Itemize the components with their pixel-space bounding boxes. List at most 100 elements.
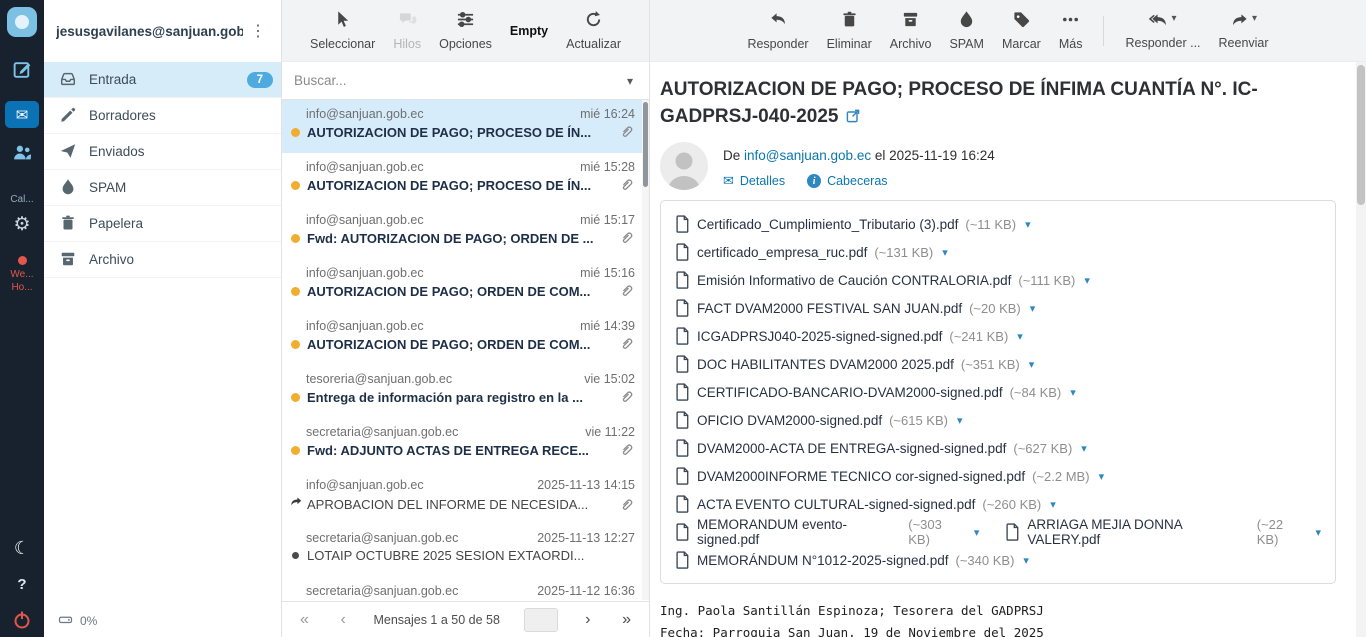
select-button[interactable]: Seleccionar bbox=[301, 0, 384, 61]
message-list-item[interactable]: secretaria@sanjuan.gob.ec 2025-11-13 12:… bbox=[282, 524, 649, 577]
first-page-button[interactable]: « bbox=[296, 611, 313, 629]
search-input[interactable] bbox=[294, 73, 623, 88]
attachment-menu-chevron-icon[interactable]: ▾ bbox=[1023, 554, 1029, 567]
attachment-link[interactable]: ICGADPRSJ040-2025-signed-signed.pdf (~24… bbox=[675, 327, 1023, 345]
attachment-menu-chevron-icon[interactable]: ▾ bbox=[1081, 442, 1087, 455]
message-list-item[interactable]: info@sanjuan.gob.ec mié 15:17 Fwd: AUTOR… bbox=[282, 206, 649, 259]
more-button[interactable]: Más bbox=[1050, 0, 1092, 61]
folder-item[interactable]: Papelera bbox=[44, 206, 281, 242]
attachment-link[interactable]: ARRIAGA MEJIA DONNA VALERY.pdf (~22 KB) … bbox=[1005, 517, 1321, 547]
search-options-chevron-icon[interactable]: ▾ bbox=[623, 74, 637, 88]
folder-item[interactable]: Entrada 7 bbox=[44, 62, 281, 98]
attachment-menu-chevron-icon[interactable]: ▾ bbox=[1017, 330, 1023, 343]
archive-button[interactable]: Archivo bbox=[881, 0, 941, 61]
view-scrollbar-thumb[interactable] bbox=[1357, 65, 1365, 205]
attachment-menu-chevron-icon[interactable]: ▾ bbox=[942, 246, 948, 259]
unread-dot[interactable] bbox=[291, 128, 300, 137]
prev-page-button[interactable]: ‹ bbox=[337, 611, 350, 629]
forward-chevron-icon[interactable]: ▾ bbox=[1252, 13, 1257, 24]
next-page-button[interactable]: › bbox=[581, 611, 594, 629]
folder-item[interactable]: Archivo bbox=[44, 242, 281, 278]
list-scrollbar-thumb[interactable] bbox=[643, 102, 648, 187]
attachment-menu-chevron-icon[interactable]: ▾ bbox=[1315, 526, 1321, 539]
details-button[interactable]: ✉ Detalles bbox=[723, 173, 785, 189]
calendar-link[interactable]: Cal... bbox=[10, 194, 33, 205]
list-scrollbar[interactable] bbox=[642, 100, 649, 600]
message-list-item[interactable]: info@sanjuan.gob.ec mié 15:16 AUTORIZACI… bbox=[282, 259, 649, 312]
message-status-dot[interactable] bbox=[292, 552, 299, 559]
open-in-new-window-icon[interactable] bbox=[845, 105, 861, 121]
spam-button[interactable]: SPAM bbox=[940, 0, 993, 61]
refresh-button[interactable]: Actualizar bbox=[557, 0, 630, 61]
attachment-link[interactable]: ACTA EVENTO CULTURAL-signed-signed.pdf (… bbox=[675, 495, 1056, 513]
unread-dot[interactable] bbox=[291, 234, 300, 243]
attachment-menu-chevron-icon[interactable]: ▾ bbox=[1099, 470, 1105, 483]
message-list-item[interactable]: tesoreria@sanjuan.gob.ec vie 15:02 Entre… bbox=[282, 365, 649, 418]
pdf-file-icon bbox=[675, 355, 690, 373]
attachment-link[interactable]: MEMORANDUM evento-signed.pdf (~303 KB) ▾ bbox=[675, 517, 979, 547]
attachment-menu-chevron-icon[interactable]: ▾ bbox=[1029, 358, 1035, 371]
attachment-link[interactable]: FACT DVAM2000 FESTIVAL SAN JUAN.pdf (~20… bbox=[675, 299, 1035, 317]
app-logo[interactable] bbox=[7, 7, 37, 37]
delete-button[interactable]: Eliminar bbox=[818, 0, 881, 61]
empty-folder-button[interactable]: Empty bbox=[501, 0, 557, 61]
unread-dot[interactable] bbox=[291, 181, 300, 190]
unread-dot[interactable] bbox=[291, 393, 300, 402]
settings-button[interactable]: ⚙ bbox=[13, 213, 30, 236]
attachment-menu-chevron-icon[interactable]: ▾ bbox=[1025, 218, 1031, 231]
unread-dot[interactable] bbox=[291, 287, 300, 296]
message-list-item[interactable]: info@sanjuan.gob.ec mié 14:39 AUTORIZACI… bbox=[282, 312, 649, 365]
unread-dot[interactable] bbox=[291, 340, 300, 349]
mail-nav-button[interactable]: ✉ bbox=[5, 101, 39, 128]
attachment-link[interactable]: Emisión Informativo de Caución CONTRALOR… bbox=[675, 271, 1090, 289]
message-subject-heading: AUTORIZACION DE PAGO; PROCESO DE ÍNFIMA … bbox=[660, 76, 1320, 130]
options-button[interactable]: Opciones bbox=[430, 0, 501, 61]
logout-button[interactable] bbox=[12, 610, 32, 635]
attachment-menu-chevron-icon[interactable]: ▾ bbox=[1070, 386, 1076, 399]
folder-item[interactable]: SPAM bbox=[44, 170, 281, 206]
reply-all-chevron-icon[interactable]: ▾ bbox=[1171, 13, 1176, 24]
contacts-button[interactable] bbox=[12, 142, 33, 168]
message-sender: secretaria@sanjuan.gob.ec bbox=[306, 584, 458, 598]
storage-quota: 0% bbox=[44, 605, 281, 637]
attachment-link[interactable]: MEMORÁNDUM N°1012-2025-signed.pdf (~340 … bbox=[675, 551, 1029, 569]
threads-button[interactable]: Hilos bbox=[384, 0, 430, 61]
reply-all-button[interactable]: ▾ Responder ... bbox=[1116, 0, 1209, 61]
attachment-menu-chevron-icon[interactable]: ▾ bbox=[1084, 274, 1090, 287]
mark-button[interactable]: Marcar bbox=[993, 0, 1050, 61]
message-view: AUTORIZACION DE PAGO; PROCESO DE ÍNFIMA … bbox=[650, 62, 1366, 637]
tag-icon bbox=[1012, 10, 1031, 32]
dark-mode-button[interactable]: ☾ bbox=[14, 538, 30, 559]
attachment-menu-chevron-icon[interactable]: ▾ bbox=[974, 526, 980, 539]
unread-dot[interactable] bbox=[291, 446, 300, 455]
attachment-menu-chevron-icon[interactable]: ▾ bbox=[1030, 302, 1036, 315]
attachment-link[interactable]: Certificado_Cumplimiento_Tributario (3).… bbox=[675, 215, 1031, 233]
message-list-item[interactable]: info@sanjuan.gob.ec 2025-11-13 14:15 APR… bbox=[282, 471, 649, 524]
folder-item[interactable]: Enviados bbox=[44, 134, 281, 170]
attachment-menu-chevron-icon[interactable]: ▾ bbox=[957, 414, 963, 427]
account-menu-button[interactable]: ⋮ bbox=[243, 19, 273, 43]
sender-email-link[interactable]: info@sanjuan.gob.ec bbox=[744, 148, 871, 163]
view-scrollbar[interactable] bbox=[1356, 62, 1366, 637]
reply-button[interactable]: Responder bbox=[738, 0, 817, 61]
message-list-item[interactable]: info@sanjuan.gob.ec mié 15:28 AUTORIZACI… bbox=[282, 153, 649, 206]
pdf-file-icon bbox=[675, 271, 690, 289]
attachment-link[interactable]: certificado_empresa_ruc.pdf (~131 KB) ▾ bbox=[675, 243, 948, 261]
compose-button[interactable] bbox=[12, 59, 33, 85]
headers-button[interactable]: i Cabeceras bbox=[807, 174, 887, 188]
attachment-link[interactable]: DOC HABILITANTES DVAM2000 2025.pdf (~351… bbox=[675, 355, 1034, 373]
attachment-link[interactable]: OFICIO DVAM2000-signed.pdf (~615 KB) ▾ bbox=[675, 411, 963, 429]
message-list-item[interactable]: secretaria@sanjuan.gob.ec vie 11:22 Fwd:… bbox=[282, 418, 649, 471]
page-jump-box[interactable] bbox=[524, 608, 558, 632]
attachment-menu-chevron-icon[interactable]: ▾ bbox=[1050, 498, 1056, 511]
folder-item[interactable]: Borradores bbox=[44, 98, 281, 134]
message-list-item[interactable]: info@sanjuan.gob.ec mié 16:24 AUTORIZACI… bbox=[282, 100, 649, 153]
last-page-button[interactable]: » bbox=[618, 611, 635, 629]
webhosting-link[interactable]: We... Ho... bbox=[10, 256, 33, 294]
attachment-link[interactable]: CERTIFICADO-BANCARIO-DVAM2000-signed.pdf… bbox=[675, 383, 1076, 401]
forward-button[interactable]: ▾ Reenviar bbox=[1210, 0, 1278, 61]
help-button[interactable]: ? bbox=[17, 576, 26, 593]
attachment-link[interactable]: DVAM2000INFORME TECNICO cor-signed-signe… bbox=[675, 467, 1104, 485]
attachment-link[interactable]: DVAM2000-ACTA DE ENTREGA-signed-signed.p… bbox=[675, 439, 1087, 457]
message-list-item[interactable]: secretaria@sanjuan.gob.ec 2025-11-12 16:… bbox=[282, 577, 649, 601]
